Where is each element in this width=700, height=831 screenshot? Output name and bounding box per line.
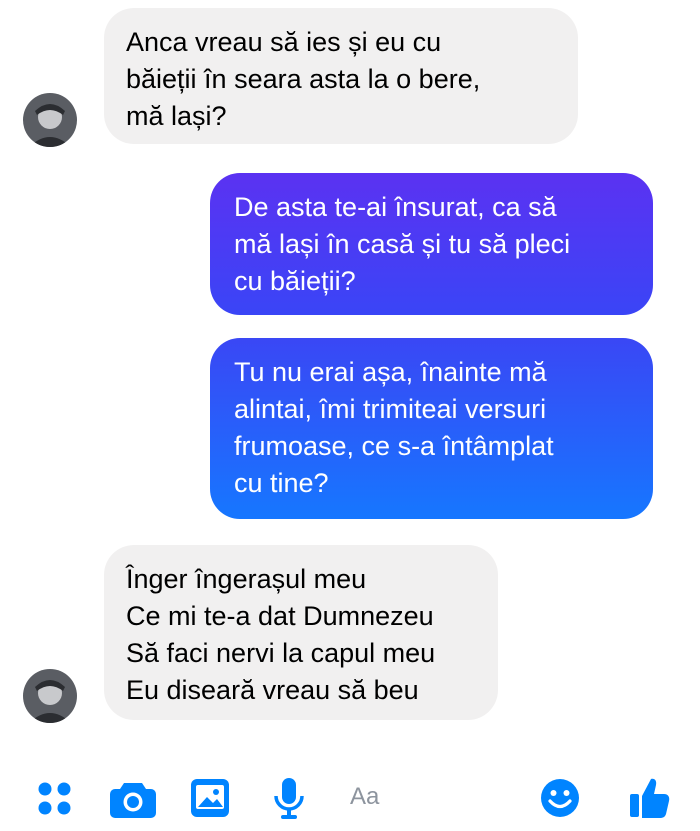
message-line: cu tine? <box>234 468 329 498</box>
message-bubble-incoming: Anca vreau să ies și eu cu băieții în se… <box>104 8 578 144</box>
more-icon[interactable] <box>36 778 76 818</box>
message-line: mă lași în casă și tu să pleci <box>234 229 571 259</box>
message-line: frumoase, ce s-a întâmplat <box>234 431 554 461</box>
message-input[interactable]: Aa <box>350 783 379 811</box>
message-line: băieții în seara asta la o bere, <box>126 64 481 94</box>
gallery-icon[interactable] <box>190 778 230 818</box>
avatar[interactable] <box>23 93 77 147</box>
message-bubble-outgoing: De asta te-ai însurat, ca să mă lași în … <box>210 173 653 315</box>
emoji-icon[interactable] <box>540 778 580 818</box>
message-line: Să faci nervi la capul meu <box>126 638 436 668</box>
avatar[interactable] <box>23 669 77 723</box>
camera-icon[interactable] <box>110 780 156 818</box>
message-line: Eu diseară vreau să beu <box>126 675 419 705</box>
microphone-icon[interactable] <box>273 776 305 820</box>
message-line: Înger îngerașul meu <box>126 564 367 594</box>
message-line: De asta te-ai însurat, ca să <box>234 192 557 222</box>
message-line: Ce mi te-a dat Dumnezeu <box>126 601 434 631</box>
thumbs-up-icon[interactable] <box>628 775 670 819</box>
message-bubble-incoming: Înger îngerașul meu Ce mi te-a dat Dumne… <box>104 545 498 720</box>
message-line: Anca vreau să ies și eu cu <box>126 27 442 57</box>
message-line: cu băieții? <box>234 266 356 296</box>
message-line: Tu nu erai așa, înainte mă <box>234 357 547 387</box>
message-bubble-outgoing: Tu nu erai așa, înainte mă alintai, îmi … <box>210 338 653 519</box>
message-line: alintai, îmi trimiteai versuri <box>234 394 547 424</box>
message-line: mă lași? <box>126 101 227 131</box>
